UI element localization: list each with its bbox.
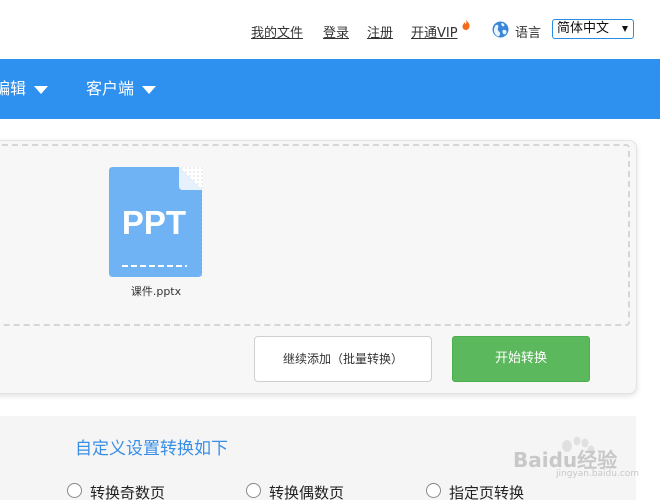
radio-icon[interactable] [426,483,441,498]
vip-link[interactable]: 开通VIP [411,22,458,41]
radio-icon[interactable] [67,483,82,498]
fire-icon [462,19,470,30]
main-nav: 编辑 客户端 [0,59,660,119]
chevron-down-icon [622,26,628,32]
ppt-file-icon[interactable]: PPT [109,167,203,277]
start-convert-button[interactable]: 开始转换 [452,336,590,382]
add-more-button[interactable]: 继续添加（批量转换） [254,336,432,382]
login-link[interactable]: 登录 [323,22,349,41]
file-name-label: 课件.pptx [130,285,182,298]
nav-item-label: 客户端 [86,79,135,98]
settings-title: 自定义设置转换如下 [75,439,228,459]
nav-item-label: 编辑 [0,79,27,98]
register-link[interactable]: 注册 [367,22,393,41]
chevron-down-icon [142,85,157,94]
file-drop-zone[interactable] [0,144,630,326]
file-icon-label: PPT [122,204,186,241]
globe-icon [492,21,509,38]
language-label: 语言 [515,26,542,41]
radio-icon[interactable] [246,483,261,498]
nav-item-edit[interactable]: 编辑 [0,59,49,119]
language-selected-value: 简体中文 [557,21,610,36]
watermark-sub: jingyan.baidu.com [556,469,640,479]
chevron-down-icon [34,85,49,94]
language-select[interactable]: 简体中文 [552,19,634,39]
nav-item-client[interactable]: 客户端 [86,59,157,119]
my-files-link[interactable]: 我的文件 [251,22,303,41]
